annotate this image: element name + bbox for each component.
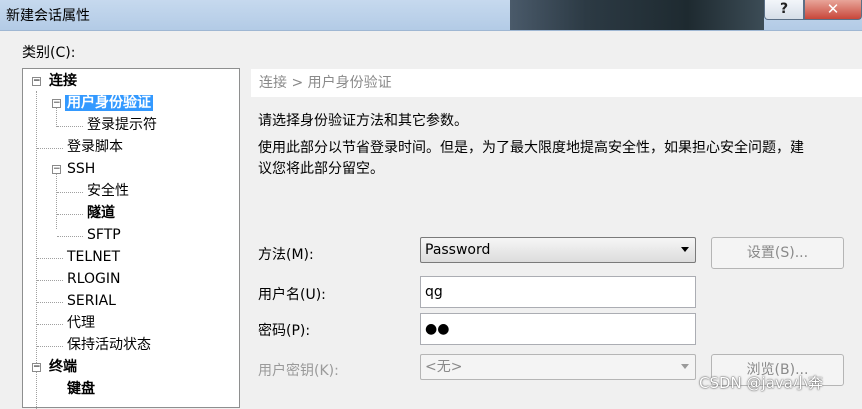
- user-key-label: 用户密钥(K):: [258, 363, 339, 379]
- tree-item-tunnel[interactable]: 隧道: [87, 203, 115, 223]
- tree-line: [37, 324, 63, 325]
- tree-line: [57, 236, 83, 237]
- category-label: 类别(C):: [22, 45, 76, 61]
- title-bar: 新建会话属性 ? ✕: [0, 0, 862, 31]
- collapse-icon[interactable]: −: [32, 363, 41, 372]
- description-text: 使用此部分以节省登录时间。但是，为了最大限度地提高安全性，如果担心安全问题，建: [258, 140, 804, 156]
- username-label: 用户名(U):: [258, 287, 326, 303]
- tree-item-telnet[interactable]: TELNET: [67, 247, 120, 267]
- tree-line: [57, 192, 83, 193]
- user-key-value: <无>: [425, 359, 463, 375]
- help-button[interactable]: ?: [764, 0, 804, 20]
- tree-line: [37, 346, 63, 347]
- dropdown-arrow-icon: [681, 247, 689, 252]
- tree-item-rlogin[interactable]: RLOGIN: [67, 269, 121, 289]
- tree-item-user-auth[interactable]: − 用户身份验证: [51, 93, 153, 113]
- tree-item-keepalive[interactable]: 保持活动状态: [67, 335, 151, 355]
- tree-line: [37, 302, 63, 303]
- tree-item-proxy[interactable]: 代理: [67, 313, 95, 333]
- method-value: Password: [425, 242, 491, 258]
- tree-item-ssh[interactable]: − SSH: [51, 159, 95, 179]
- dropdown-arrow-icon: [681, 364, 689, 369]
- tree-item-keyboard[interactable]: 键盘: [67, 379, 95, 399]
- username-input[interactable]: qg: [420, 276, 696, 308]
- background-strip: [510, 0, 764, 30]
- collapse-icon[interactable]: −: [32, 77, 41, 86]
- tree-item-terminal[interactable]: − 终端: [31, 357, 77, 377]
- collapse-icon[interactable]: −: [52, 99, 61, 108]
- tree-item-login-script[interactable]: 登录脚本: [67, 137, 123, 157]
- tree-item-connection[interactable]: − 连接: [31, 71, 77, 91]
- tree-item-sftp[interactable]: SFTP: [87, 225, 121, 245]
- tree-line: [37, 258, 63, 259]
- tree-item-login-prompt[interactable]: 登录提示符: [87, 115, 157, 135]
- close-button[interactable]: ✕: [804, 0, 862, 20]
- user-key-select[interactable]: <无>: [420, 354, 696, 380]
- description-text: 议您将此部分留空。: [258, 161, 384, 177]
- description-text: 请选择身份验证方法和其它参数。: [258, 113, 468, 129]
- window-title: 新建会话属性: [6, 8, 90, 24]
- method-select[interactable]: Password: [420, 237, 696, 263]
- category-tree[interactable]: − 连接 − 用户身份验证 登录提示符 登录脚本 − SSH 安全性 隧道 SF…: [22, 68, 240, 409]
- settings-button[interactable]: 设置(S)...: [711, 237, 844, 269]
- password-input[interactable]: ●●: [420, 313, 696, 345]
- tree-line: [57, 126, 83, 127]
- watermark: CSDN @java小奔: [699, 374, 823, 392]
- breadcrumb: 连接 > 用户身份验证: [251, 69, 862, 97]
- collapse-icon[interactable]: −: [52, 165, 61, 174]
- method-label: 方法(M):: [258, 247, 314, 263]
- tree-line: [37, 280, 63, 281]
- tree-item-security[interactable]: 安全性: [87, 181, 129, 201]
- password-label: 密码(P):: [258, 323, 311, 339]
- tree-line: [37, 148, 63, 149]
- tree-item-serial[interactable]: SERIAL: [67, 291, 116, 311]
- tree-line: [57, 214, 83, 215]
